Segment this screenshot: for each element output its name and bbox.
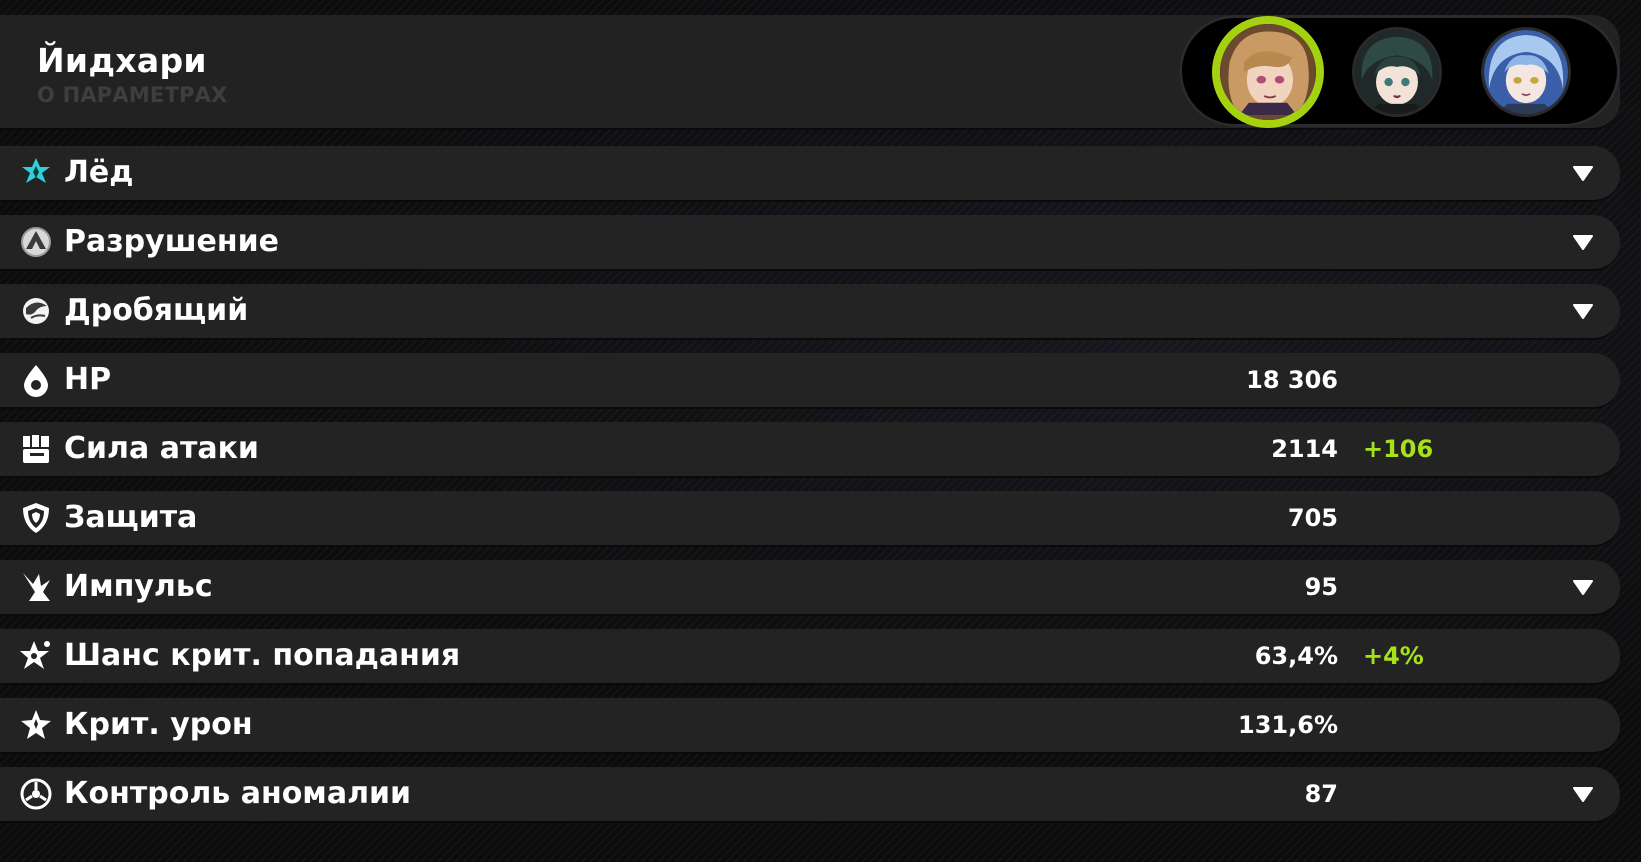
stats-subtitle[interactable]: О ПАРАМЕТРАХ	[37, 83, 227, 107]
chevron-down-icon[interactable]	[1572, 578, 1594, 596]
rupture-specialty-icon	[19, 225, 53, 259]
stat-label: Сила атаки	[64, 431, 259, 466]
stat-row: Сила атаки 2114 +106	[0, 422, 1620, 478]
stat-label: Крит. урон	[64, 707, 253, 742]
strike-damage-icon	[19, 294, 53, 328]
chevron-down-icon[interactable]	[1572, 164, 1594, 182]
stat-value: 705	[1287, 504, 1338, 532]
stat-row[interactable]: Разрушение	[0, 215, 1620, 271]
stat-label: Дробящий	[64, 293, 249, 328]
stat-value: 95	[1304, 573, 1338, 601]
stat-label: Шанс крит. попадания	[64, 638, 461, 673]
stat-row: HP 18 306	[0, 353, 1620, 409]
stat-label: Лёд	[64, 155, 134, 190]
stat-label: Импульс	[64, 569, 213, 604]
stat-label: Контроль аномалии	[64, 776, 412, 811]
crit-rate-icon	[19, 639, 53, 673]
stat-label: HP	[64, 362, 112, 397]
hp-drop-icon	[19, 363, 53, 397]
stat-value: 2114	[1271, 435, 1338, 463]
stat-row: Шанс крит. попадания 63,4% +4%	[0, 629, 1620, 685]
stat-value: 63,4%	[1254, 642, 1338, 670]
stat-value: 131,6%	[1238, 711, 1338, 739]
stat-row[interactable]: Импульс 95	[0, 560, 1620, 616]
chevron-down-icon[interactable]	[1572, 302, 1594, 320]
chevron-down-icon[interactable]	[1572, 785, 1594, 803]
chevron-down-icon[interactable]	[1572, 233, 1594, 251]
anomaly-icon	[19, 777, 53, 811]
stat-row: Крит. урон 131,6%	[0, 698, 1620, 754]
ice-element-icon	[19, 156, 53, 190]
stat-row: Защита 705	[0, 491, 1620, 547]
stat-row[interactable]: Контроль аномалии 87	[0, 767, 1620, 823]
stat-label: Разрушение	[64, 224, 279, 259]
impact-icon	[19, 570, 53, 604]
stat-value: 87	[1304, 780, 1338, 808]
crit-dmg-icon	[19, 708, 53, 742]
shield-icon	[19, 501, 53, 535]
stat-row[interactable]: Дробящий	[0, 284, 1620, 340]
stat-row[interactable]: Лёд	[0, 146, 1620, 202]
fist-atk-icon	[19, 432, 53, 466]
stat-label: Защита	[64, 500, 198, 535]
agent-avatar-3[interactable]	[1481, 27, 1571, 117]
stat-bonus: +4%	[1363, 642, 1424, 670]
agent-avatar-2[interactable]	[1352, 27, 1442, 117]
agent-avatar-1[interactable]	[1212, 16, 1324, 128]
stat-bonus: +106	[1363, 435, 1434, 463]
stat-value: 18 306	[1246, 366, 1338, 394]
character-name: Йидхари	[37, 41, 207, 80]
